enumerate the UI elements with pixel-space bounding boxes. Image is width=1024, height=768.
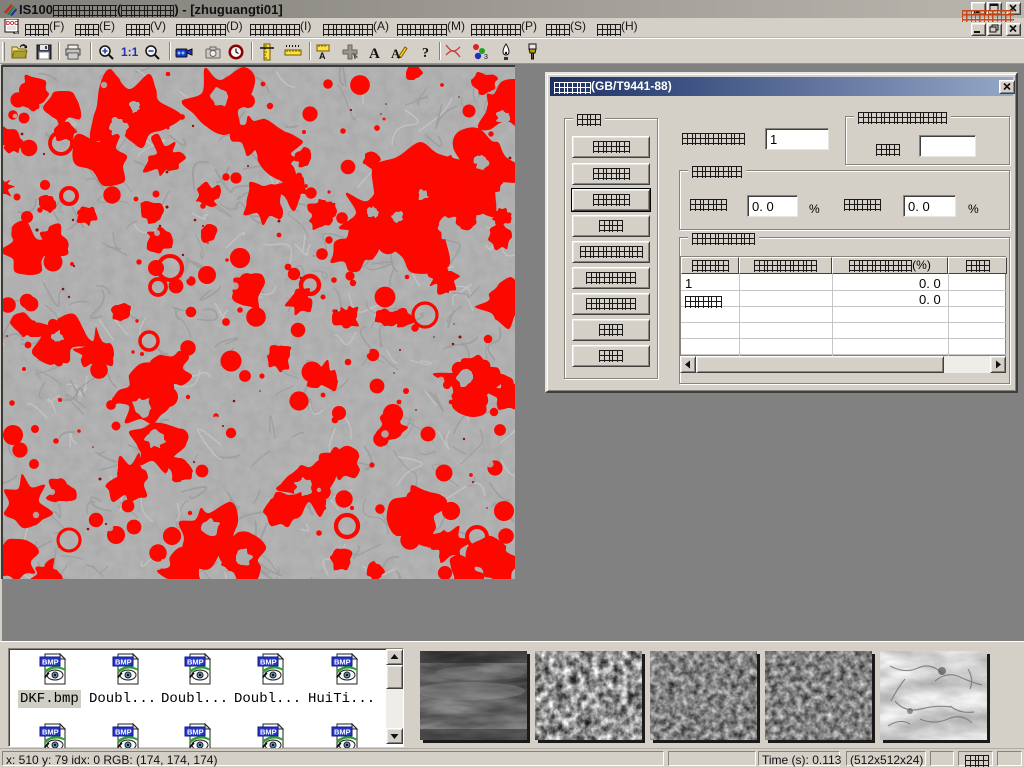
svg-text:BMP: BMP [115, 658, 132, 667]
svg-text:A: A [369, 46, 380, 61]
svg-text:A: A [319, 51, 326, 61]
svg-text:BMP: BMP [260, 658, 277, 667]
svg-text:BMP: BMP [42, 658, 59, 667]
svg-text:BMP: BMP [187, 658, 204, 667]
svg-text:BMP: BMP [260, 728, 277, 737]
svg-text:BMP: BMP [187, 728, 204, 737]
svg-text:BMP: BMP [115, 728, 132, 737]
svg-text:BMP: BMP [42, 728, 59, 737]
svg-text:DOC: DOC [6, 21, 18, 27]
svg-text:BMP: BMP [334, 728, 351, 737]
svg-text:?: ? [422, 46, 429, 61]
svg-text:3: 3 [484, 54, 488, 61]
svg-text:1:1: 1:1 [121, 45, 138, 59]
svg-text:A: A [391, 46, 401, 61]
svg-text:BMP: BMP [334, 658, 351, 667]
